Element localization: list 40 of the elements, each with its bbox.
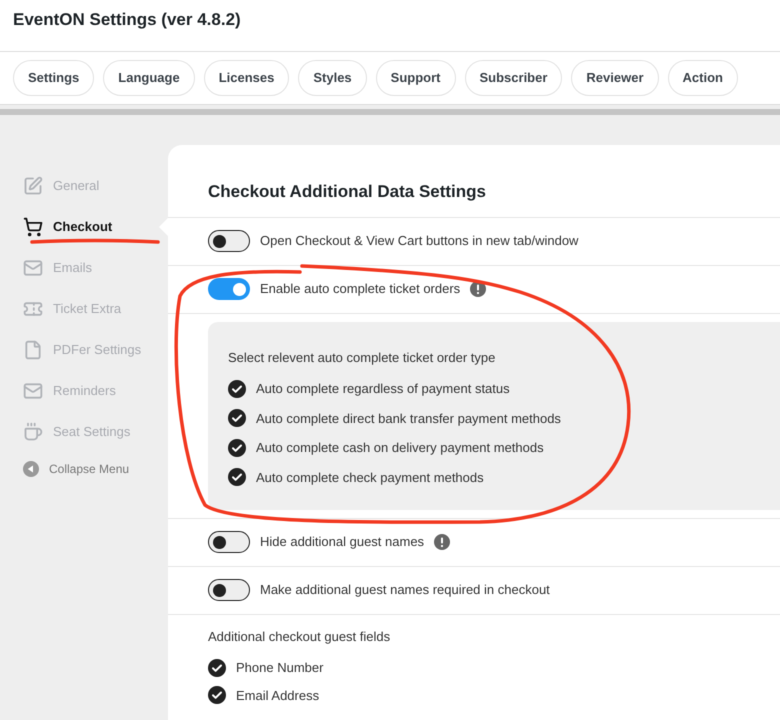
option-label: Email Address: [236, 686, 320, 704]
tab[interactable]: Action: [668, 60, 738, 96]
envelope-icon: [23, 258, 43, 278]
setting-label: Hide additional guest names: [260, 533, 424, 552]
option-label: Auto complete regardless of payment status: [256, 380, 510, 398]
checkbox[interactable]: [228, 438, 246, 457]
envelope-icon: [23, 380, 43, 400]
tab[interactable]: Subscriber: [464, 60, 562, 96]
toggle-switch[interactable]: [208, 579, 250, 601]
checkbox[interactable]: [208, 658, 226, 677]
tab[interactable]: Styles: [298, 60, 367, 96]
panel-title: Select relevent auto complete ticket order type: [228, 348, 496, 367]
setting-label: Enable auto complete ticket orders: [260, 280, 460, 298]
toggle-switch[interactable]: [208, 230, 250, 252]
setting-label: Open Checkout & View Cart buttons in new tab/window: [260, 232, 578, 250]
tab[interactable]: Language: [103, 60, 195, 96]
collapse-menu-button[interactable]: Collapse Menu: [23, 452, 168, 486]
option-label: Auto complete check payment methods: [256, 468, 484, 487]
option-label: Auto complete cash on delivery payment methods: [256, 439, 544, 457]
checkbox[interactable]: [228, 409, 246, 428]
checkbox[interactable]: [228, 468, 246, 486]
page-title: EventON Settings (ver 4.8.2): [13, 8, 241, 31]
cart-icon: [23, 216, 43, 236]
tab[interactable]: Settings: [13, 60, 94, 96]
setting-label: Make additional guest names required in checkout: [260, 581, 550, 600]
checkbox[interactable]: [228, 380, 246, 398]
option-label: Phone Number: [236, 659, 324, 677]
option-label: Auto complete direct bank transfer payment methods: [256, 410, 561, 428]
checkbox[interactable]: [208, 686, 226, 704]
toggle-switch[interactable]: [208, 531, 250, 553]
tab[interactable]: Licenses: [204, 60, 290, 96]
edit-icon: [23, 176, 43, 196]
section-heading: Checkout Additional Data Settings: [168, 145, 780, 218]
file-icon: [23, 340, 43, 360]
section-title: Additional checkout guest fields: [208, 628, 392, 646]
tab[interactable]: Reviewer: [571, 60, 659, 96]
toggle-switch[interactable]: [208, 278, 250, 300]
tab[interactable]: Support: [376, 60, 456, 96]
collapse-icon: [23, 461, 39, 477]
cup-icon: [23, 422, 43, 442]
